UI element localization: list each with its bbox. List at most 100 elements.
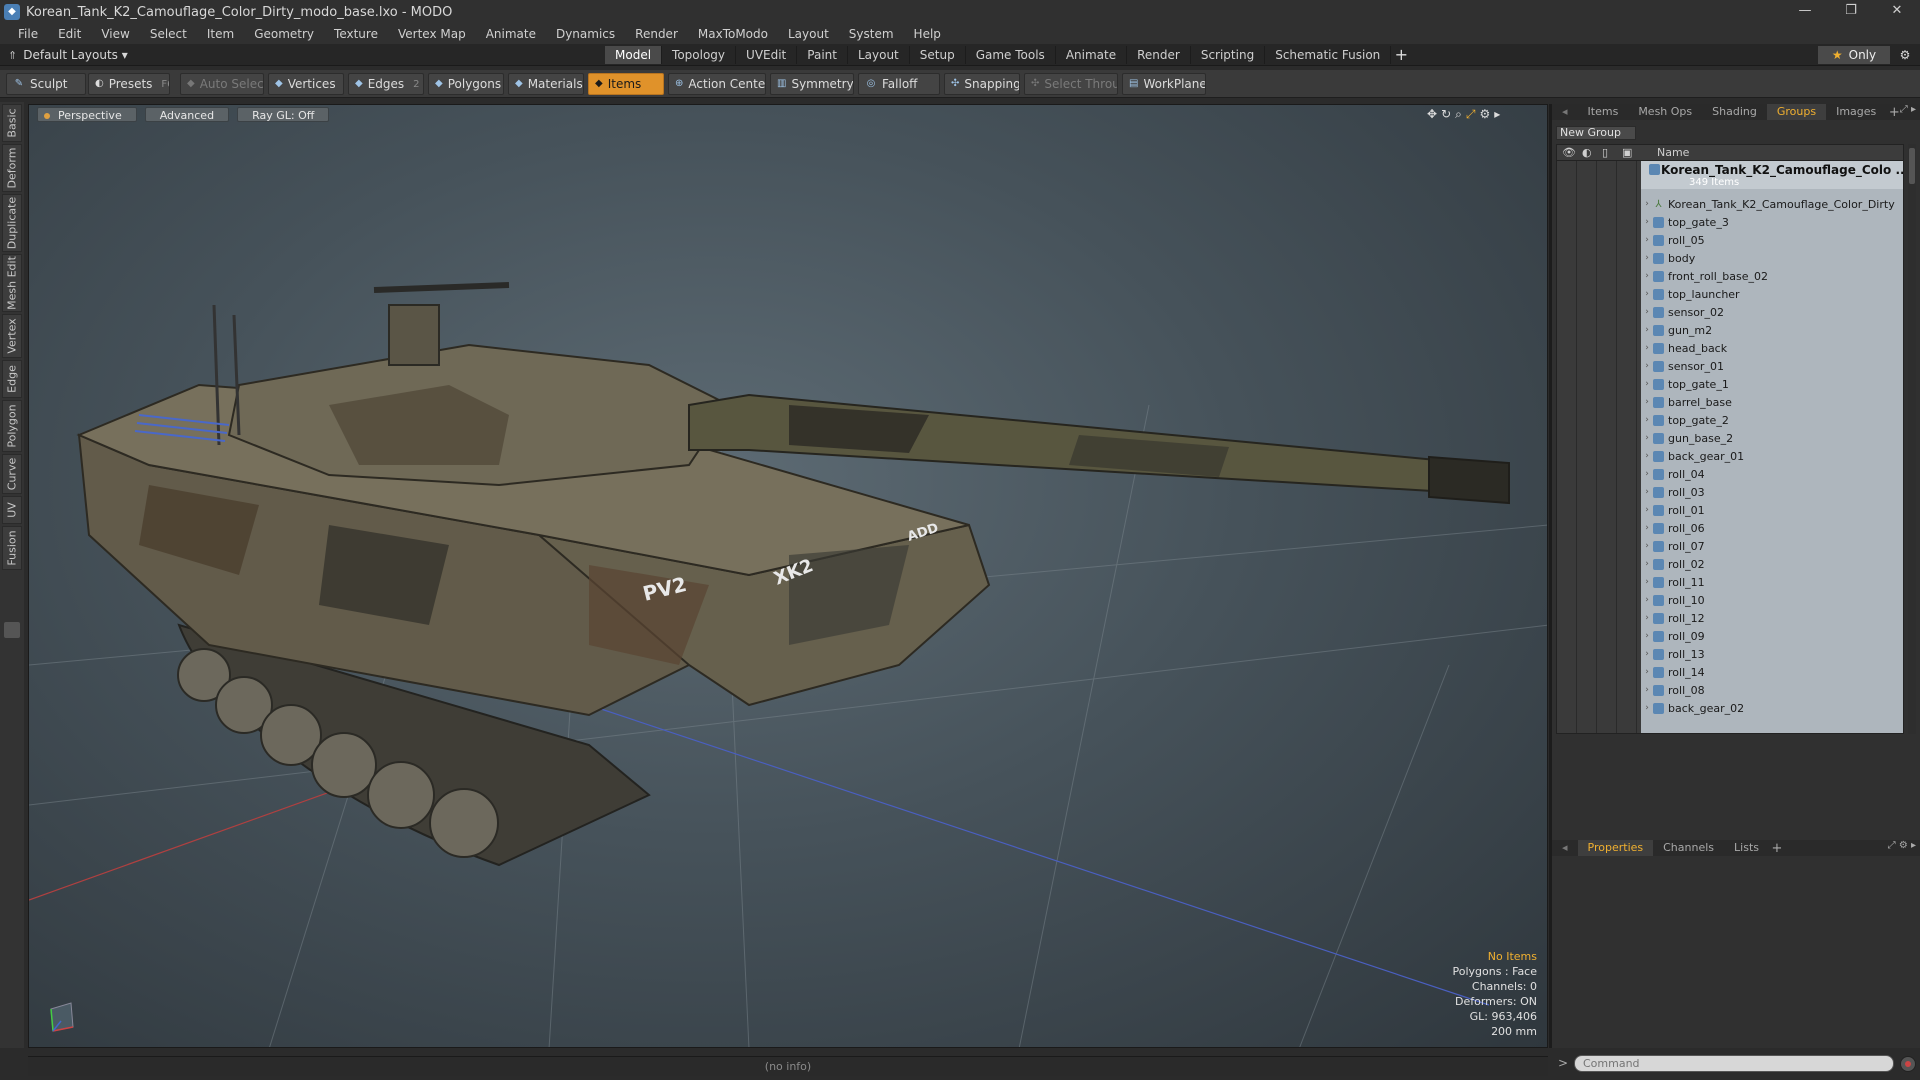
list-item[interactable]: › barrel_base [1641,393,1903,411]
tab-channels[interactable]: Channels [1653,840,1724,856]
toolbox-toggle-icon[interactable] [4,622,20,638]
sculpt-button[interactable]: ✎ Sculpt [6,73,86,95]
tab-uv[interactable]: UV [2,496,22,524]
list-item[interactable]: › roll_04 [1641,465,1903,483]
tab-setup[interactable]: Setup [910,46,966,64]
render-column-icon[interactable]: ◐ [1582,146,1592,159]
visibility-column[interactable] [1557,161,1577,733]
expand-arrow-icon[interactable]: › [1641,325,1653,335]
expand-arrow-icon[interactable]: › [1641,703,1653,713]
auto-select-button[interactable]: ◆ Auto Select [180,73,264,95]
list-item[interactable]: › back_gear_02 [1641,699,1903,717]
menu-animate[interactable]: Animate [476,27,546,41]
expand-arrow-icon[interactable]: › [1641,541,1653,551]
view-mode-dropdown[interactable]: Perspective [37,107,137,122]
expand-arrow-icon[interactable]: › [1641,271,1653,281]
list-item[interactable]: › sensor_01 [1641,357,1903,375]
items-button[interactable]: ◆ Items 5 [588,73,664,95]
gear-icon[interactable]: ⚙ [1896,46,1914,64]
expand-arrow-icon[interactable]: › [1641,217,1653,227]
name-column-header[interactable]: Name [1657,146,1689,159]
polygons-button[interactable]: ◆ Polygons [428,73,504,95]
tab-basic[interactable]: Basic [2,104,22,142]
expand-arrow-icon[interactable]: › [1641,505,1653,515]
list-item[interactable]: › top_launcher [1641,285,1903,303]
edges-button[interactable]: ◆ Edges 2 [348,73,424,95]
tab-mesh-ops[interactable]: Mesh Ops [1628,104,1702,120]
action-center-button[interactable]: ⊕ Action Center [668,73,766,95]
lock-column-icon[interactable]: ▯ [1602,146,1608,159]
group-row-korean-tank[interactable]: Korean_Tank_K2_Camouflage_Colo ... 349 I… [1641,161,1903,189]
menu-render[interactable]: Render [625,27,688,41]
tab-mesh-edit[interactable]: Mesh Edit [2,254,22,312]
list-item[interactable]: › top_gate_3 [1641,213,1903,231]
add-layout-tab-button[interactable]: + [1391,46,1411,64]
expand-arrow-icon[interactable]: › [1641,667,1653,677]
tab-groups[interactable]: Groups [1766,104,1827,120]
expand-arrow-icon[interactable]: › [1641,487,1653,497]
tab-game-tools[interactable]: Game Tools [966,46,1056,64]
command-input[interactable] [1574,1055,1894,1072]
expand-arrow-icon[interactable]: › [1641,307,1653,317]
select-column-icon[interactable]: ▣ [1622,146,1632,159]
render-column[interactable] [1577,161,1597,733]
menu-texture[interactable]: Texture [324,27,388,41]
expand-arrow-icon[interactable]: › [1641,415,1653,425]
tab-scripting[interactable]: Scripting [1191,46,1266,64]
list-item[interactable]: › roll_13 [1641,645,1903,663]
menu-item[interactable]: Item [197,27,244,41]
visibility-column-icon[interactable]: 👁 [1562,146,1576,159]
tab-topology[interactable]: Topology [662,46,737,64]
expand-arrow-icon[interactable]: › [1641,433,1653,443]
tab-items[interactable]: Items [1578,104,1629,120]
raygl-dropdown[interactable]: Ray GL: Off [237,107,330,122]
menu-edit[interactable]: Edit [48,27,91,41]
symmetry-button[interactable]: ▥ Symmetry [770,73,854,95]
list-item[interactable]: › body [1641,249,1903,267]
list-item[interactable]: › roll_01 [1641,501,1903,519]
menu-system[interactable]: System [839,27,904,41]
record-macro-icon[interactable] [1900,1056,1916,1072]
new-group-button[interactable]: New Group [1556,126,1636,140]
select-through-button[interactable]: ✣ Select Through [1024,73,1118,95]
pan-icon[interactable]: ✥ [1427,107,1437,122]
tab-properties[interactable]: Properties [1577,840,1654,856]
list-item[interactable]: › head_back [1641,339,1903,357]
list-item[interactable]: › roll_02 [1641,555,1903,573]
tab-duplicate[interactable]: Duplicate [2,194,22,252]
falloff-button[interactable]: ◎ Falloff [858,73,940,95]
tab-lists[interactable]: Lists [1724,840,1769,856]
list-item[interactable]: › roll_08 [1641,681,1903,699]
presets-button[interactable]: ◐ Presets F6 [88,73,170,95]
menu-select[interactable]: Select [140,27,197,41]
list-item[interactable]: › roll_03 [1641,483,1903,501]
tab-layout[interactable]: Layout [848,46,910,64]
tab-schematic-fusion[interactable]: Schematic Fusion [1265,46,1392,64]
expand-arrow-icon[interactable]: › [1641,451,1653,461]
restore-button[interactable]: ❐ [1828,0,1874,24]
tab-polygon[interactable]: Polygon [2,400,22,452]
expand-arrow-icon[interactable]: › [1641,199,1653,209]
fit-icon[interactable]: ⤢ [1466,107,1476,122]
list-item[interactable]: › top_gate_1 [1641,375,1903,393]
menu-file[interactable]: File [8,27,48,41]
3d-viewport[interactable]: PV2 XK2 ADD Perspective Advanced Ray GL:… [28,104,1548,1048]
tab-vertex[interactable]: Vertex [2,314,22,358]
list-item[interactable]: › gun_m2 [1641,321,1903,339]
expand-arrow-icon[interactable]: › [1641,523,1653,533]
expand-arrow-icon[interactable]: › [1641,631,1653,641]
materials-button[interactable]: ◆ Materials [508,73,584,95]
tab-model[interactable]: Model [605,46,663,64]
vertices-button[interactable]: ◆ Vertices 1 [268,73,344,95]
list-item[interactable]: › ⅄ Korean_Tank_K2_Camouflage_Color_Dirty [1641,195,1903,213]
workplane-button[interactable]: ▤ WorkPlane [1122,73,1206,95]
menu-vertex-map[interactable]: Vertex Map [388,27,476,41]
menu-layout[interactable]: Layout [778,27,839,41]
expand-arrow-icon[interactable]: › [1641,559,1653,569]
expand-arrow-icon[interactable]: › [1641,289,1653,299]
list-item[interactable]: › roll_11 [1641,573,1903,591]
minimize-button[interactable]: — [1782,0,1828,24]
expand-arrow-icon[interactable]: › [1641,397,1653,407]
menu-dynamics[interactable]: Dynamics [546,27,625,41]
expand-arrow-icon[interactable]: › [1641,235,1653,245]
